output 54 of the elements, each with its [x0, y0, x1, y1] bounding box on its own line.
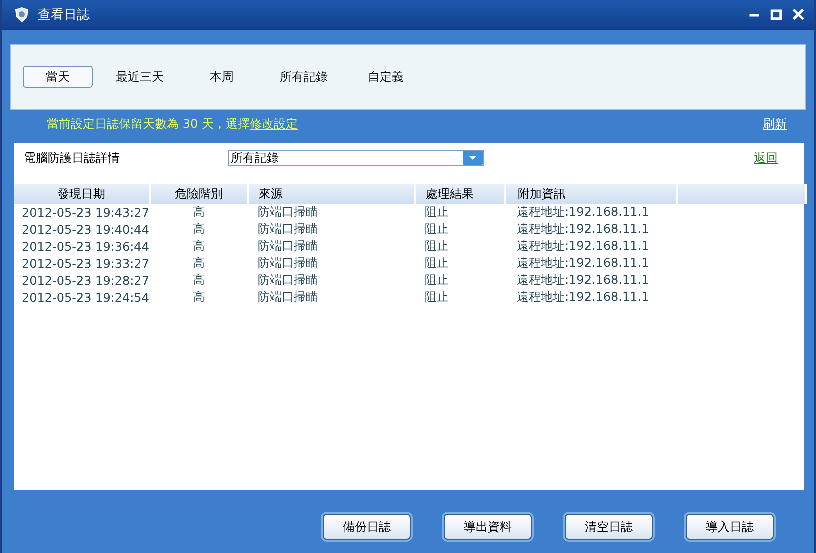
filter-tab[interactable]: 自定義 [351, 66, 421, 88]
table-cell-text: 2012-05-23 19:24:54 [21, 290, 150, 306]
notice-text: 當前設定日誌保留天數為 30 天，選擇修改設定 [47, 116, 299, 132]
filter-tab[interactable]: 當天 [23, 66, 93, 88]
window-title: 查看日誌 [38, 7, 91, 24]
table-cell-text: 高 [192, 238, 206, 255]
maximize-icon[interactable] [770, 8, 784, 22]
table-cell-text: 防端口掃瞄 [257, 221, 319, 238]
table-cell-text: 遠程地址:192.168.11.1 [516, 255, 650, 272]
table-cell-text: 遠程地址:192.168.11.1 [516, 221, 650, 238]
settings-link[interactable]: 修改設定 [250, 116, 298, 130]
table-cell-text: 防端口掃瞄 [257, 238, 319, 255]
column-header[interactable]: 附加資訊 [505, 184, 677, 204]
table-cell-text: 2012-05-23 19:36:44 [21, 238, 150, 255]
column-header[interactable]: 來源 [248, 184, 415, 204]
table-cell-text: 阻止 [424, 221, 450, 238]
table-cell-text: 防端口掃瞄 [257, 255, 319, 272]
filter-tab[interactable]: 最近三天 [105, 66, 175, 88]
table-cell: 高 [150, 204, 248, 221]
column-header[interactable]: 發現日期 [14, 184, 150, 204]
back-link[interactable]: 返回 [754, 150, 778, 166]
column-header[interactable]: 處理結果 [415, 184, 505, 204]
shield-icon [14, 7, 30, 23]
table-cell-text: 遠程地址:192.168.11.1 [516, 238, 650, 255]
refresh-link[interactable]: 刷新 [763, 116, 787, 132]
table-cell-text: 2012-05-23 19:33:27 [21, 256, 150, 272]
table-cell-text: 遠程地址:192.168.11.1 [516, 289, 650, 306]
table-cell-text: 防端口掃瞄 [257, 289, 319, 306]
table-cell-text: 高 [192, 272, 206, 289]
table-cell: 遠程地址:192.168.11.1 [505, 204, 677, 221]
table-cell-text: 阻止 [424, 272, 450, 289]
action-button[interactable]: 導出資料 [444, 514, 532, 540]
column-header[interactable]: 危險階別 [150, 184, 248, 204]
table-cell-text: 高 [192, 289, 206, 306]
action-button[interactable]: 清空日誌 [565, 514, 653, 540]
action-button[interactable]: 導入日誌 [686, 514, 774, 540]
table-cell-text: 阻止 [424, 238, 450, 255]
close-icon[interactable] [792, 8, 806, 22]
table-cell-text: 2012-05-23 19:40:44 [21, 222, 150, 238]
table-cell-text: 高 [192, 221, 206, 238]
type-dropdown[interactable]: 所有記錄 [228, 150, 484, 166]
table-cell: 防端口掃瞄 [248, 204, 415, 221]
action-button[interactable]: 備份日誌 [323, 514, 411, 540]
table-cell: 2012-05-23 19:43:27 [14, 204, 150, 221]
table-cell-text: 阻止 [424, 289, 450, 306]
table-cell-text: 阻止 [424, 255, 450, 272]
table-cell-text: 防端口掃瞄 [257, 272, 319, 289]
table-cell-text: 2012-05-23 19:28:27 [21, 272, 150, 289]
filter-tab[interactable]: 所有記錄 [269, 66, 339, 88]
filter-tab[interactable]: 本周 [187, 66, 257, 88]
section-label: 電腦防護日誌詳情 [24, 150, 121, 166]
table-cell-text: 遠程地址:192.168.11.1 [516, 272, 650, 289]
table-cell-text: 高 [192, 255, 206, 272]
table-cell: 阻止 [415, 204, 505, 221]
